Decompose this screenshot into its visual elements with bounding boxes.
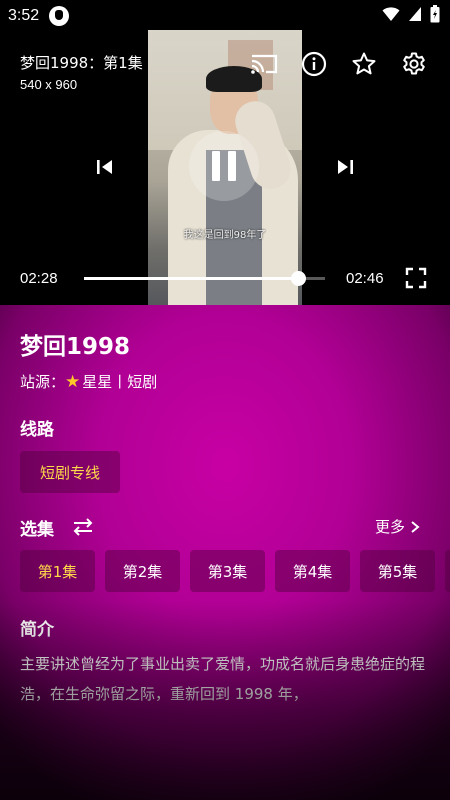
episode-chip[interactable]: 第4集 <box>275 550 350 592</box>
pause-bar-right <box>228 151 236 181</box>
previous-episode-button[interactable] <box>93 155 117 179</box>
info-icon[interactable] <box>300 50 328 78</box>
wifi-icon <box>382 6 400 26</box>
star-icon[interactable] <box>350 50 378 78</box>
episode-list: 第1集 第2集 第3集 第4集 第5集 <box>20 550 450 592</box>
more-episodes-link[interactable]: 更多 <box>375 516 421 537</box>
status-time: 3:52 <box>8 7 40 24</box>
fullscreen-icon[interactable] <box>404 266 428 290</box>
star-icon: ★ <box>65 371 81 392</box>
video-subtitle: 我这是回到98年了 <box>183 230 267 241</box>
video-title: 梦回1998：第1集 <box>20 54 143 72</box>
episode-chip[interactable]: 第3集 <box>190 550 265 592</box>
cellular-signal-icon <box>408 6 422 26</box>
source-line[interactable]: 站源： ★ 星星丨短剧 <box>20 371 157 392</box>
status-icons <box>382 5 440 27</box>
video-resolution: 540 x 960 <box>20 77 78 92</box>
video-title-block: 梦回1998：第1集 540 x 960 <box>20 52 143 92</box>
total-duration: 02:46 <box>346 270 384 287</box>
detail-panel: 梦回1998 站源： ★ 星星丨短剧 线路 短剧专线 选集 更多 第1集 第2集… <box>0 305 450 800</box>
settings-gear-icon[interactable] <box>400 50 428 78</box>
route-chip[interactable]: 短剧专线 <box>20 451 120 493</box>
source-label: 站源： <box>20 373 66 391</box>
episodes-heading: 选集 <box>20 520 54 540</box>
seek-bar-fill <box>84 277 299 280</box>
more-label: 更多 <box>375 518 406 536</box>
pause-button[interactable] <box>189 131 259 201</box>
synopsis-text: 主要讲述曾经为了事业出卖了爱情，功成名就后身患绝症的程浩，在生命弥留之际，重新回… <box>20 655 426 703</box>
source-name[interactable]: 星星丨短剧 <box>82 371 157 392</box>
show-title: 梦回1998 <box>20 334 131 360</box>
synopsis-heading: 简介 <box>20 620 54 640</box>
sort-swap-icon[interactable] <box>72 516 94 538</box>
episode-chip[interactable]: 第5集 <box>360 550 435 592</box>
player-top-actions <box>250 50 428 78</box>
notification-icon <box>49 6 70 26</box>
current-time: 02:28 <box>20 270 58 287</box>
chevron-right-icon <box>411 520 420 533</box>
battery-icon <box>430 5 440 27</box>
pause-bar-left <box>212 151 220 181</box>
episode-chip[interactable]: 第1集 <box>20 550 95 592</box>
video-player[interactable]: 我这是回到98年了 梦回1998：第1集 540 x 960 02:28 02:… <box>0 0 450 305</box>
seek-bar-handle[interactable] <box>291 271 307 286</box>
status-bar: 3:52 <box>0 0 450 32</box>
route-heading: 线路 <box>20 420 54 440</box>
next-episode-button[interactable] <box>333 155 357 179</box>
episode-chip-overflow[interactable] <box>445 550 450 592</box>
seek-bar[interactable] <box>84 271 325 286</box>
cast-icon[interactable] <box>250 50 278 78</box>
episode-chip[interactable]: 第2集 <box>105 550 180 592</box>
